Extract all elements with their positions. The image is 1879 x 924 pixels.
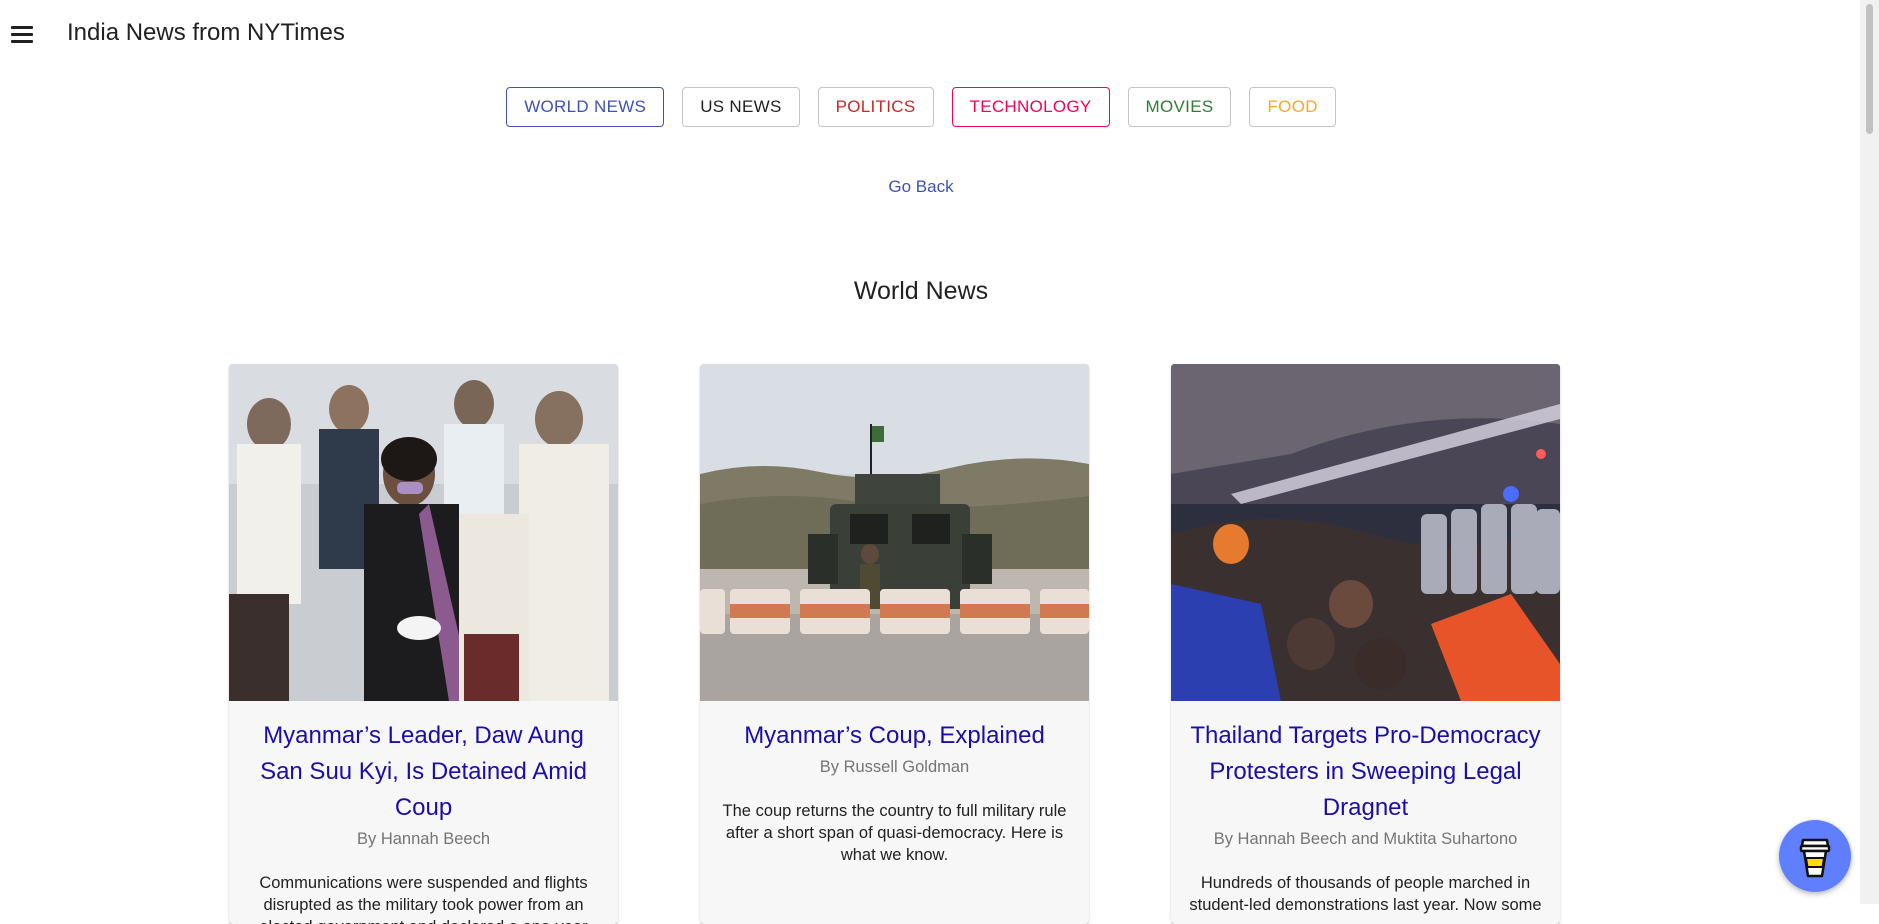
go-back-link[interactable]: Go Back bbox=[888, 177, 953, 196]
category-button-us-news[interactable]: US NEWS bbox=[682, 87, 800, 127]
article-card: Myanmar’s Leader, Daw Aung San Suu Kyi, … bbox=[229, 364, 618, 924]
category-button-technology[interactable]: TECHNOLOGY bbox=[951, 87, 1110, 127]
article-title[interactable]: Thailand Targets Pro-Democracy Protester… bbox=[1189, 718, 1542, 826]
section-title: World News bbox=[853, 277, 989, 305]
article-abstract: The coup returns the country to full mil… bbox=[722, 802, 1067, 864]
article-card: Myanmar’s Coup, Explained By Russell Gol… bbox=[700, 364, 1089, 924]
article-card: Thailand Targets Pro-Democracy Protester… bbox=[1171, 364, 1560, 924]
scrollbar-thumb[interactable] bbox=[1866, 4, 1873, 134]
article-image[interactable] bbox=[1171, 364, 1560, 701]
buy-me-coffee-button[interactable] bbox=[1779, 820, 1851, 892]
hamburger-menu-icon[interactable] bbox=[10, 24, 34, 44]
go-back-row: Go Back bbox=[0, 177, 1842, 197]
category-button-food[interactable]: FOOD bbox=[1249, 87, 1336, 127]
article-byline: By Hannah Beech and Muktita Suhartono bbox=[1213, 830, 1518, 848]
article-byline: By Hannah Beech bbox=[356, 830, 490, 848]
article-image[interactable] bbox=[229, 364, 618, 701]
category-button-movies[interactable]: MOVIES bbox=[1127, 87, 1232, 127]
app-title: India News from NYTimes bbox=[67, 19, 345, 46]
article-abstract: Communications were suspended and flight… bbox=[259, 874, 588, 924]
article-image[interactable] bbox=[700, 364, 1089, 701]
page-scrollbar[interactable] bbox=[1860, 0, 1879, 904]
category-button-politics[interactable]: POLITICS bbox=[817, 87, 934, 127]
app-bar: India News from NYTimes bbox=[0, 0, 1860, 66]
coffee-cup-icon bbox=[1799, 838, 1831, 878]
article-title[interactable]: Myanmar’s Leader, Daw Aung San Suu Kyi, … bbox=[247, 718, 600, 826]
article-title[interactable]: Myanmar’s Coup, Explained bbox=[718, 718, 1071, 754]
category-bar: WORLD NEWS US NEWS POLITICS TECHNOLOGY M… bbox=[0, 87, 1842, 127]
article-abstract: Hundreds of thousands of people marched … bbox=[1189, 874, 1542, 914]
article-byline: By Russell Goldman bbox=[819, 758, 970, 776]
category-button-world-news[interactable]: WORLD NEWS bbox=[506, 87, 665, 127]
